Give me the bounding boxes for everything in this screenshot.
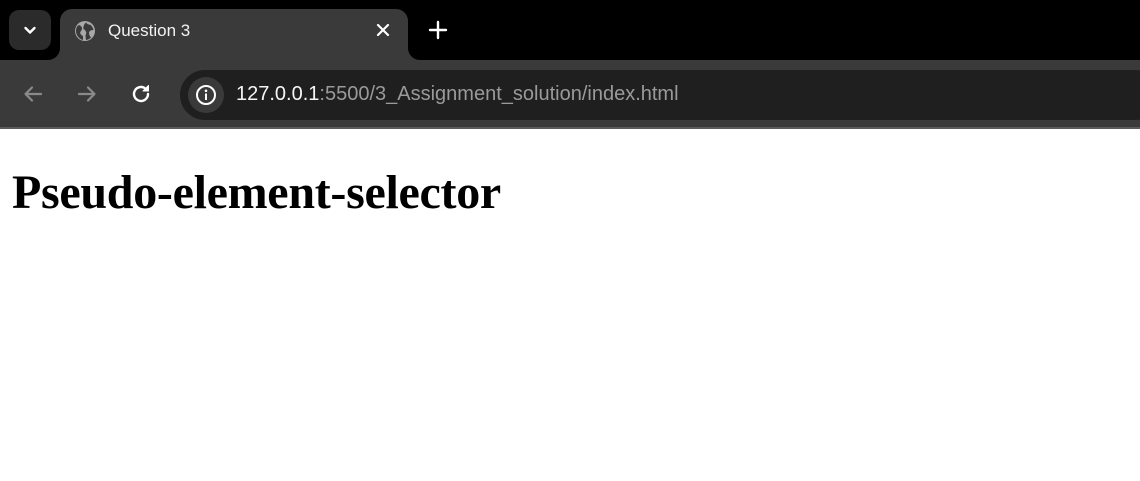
globe-icon <box>74 20 95 41</box>
info-icon <box>195 84 217 106</box>
tab-title: Question 3 <box>108 21 191 40</box>
browser-window: Question 3 127.0.0.1:5500/3_Assignment_s… <box>0 0 1140 481</box>
tab-strip: Question 3 <box>0 0 1140 60</box>
arrow-left-icon <box>22 83 44 105</box>
reload-button[interactable] <box>126 79 156 109</box>
close-icon[interactable] <box>374 21 392 39</box>
arrow-right-icon <box>76 83 98 105</box>
url-text[interactable]: 127.0.0.1:5500/3_Assignment_solution/ind… <box>236 83 679 106</box>
url-path: :5500/3_Assignment_solution/index.html <box>319 83 679 105</box>
browser-toolbar: 127.0.0.1:5500/3_Assignment_solution/ind… <box>0 60 1140 129</box>
site-info-button[interactable] <box>188 77 224 113</box>
url-host: 127.0.0.1 <box>236 83 320 105</box>
chevron-down-icon <box>22 22 38 38</box>
address-bar[interactable]: 127.0.0.1:5500/3_Assignment_solution/ind… <box>180 70 1140 120</box>
tab-search-button[interactable] <box>9 10 51 50</box>
page-content: Pseudo-element-selector <box>0 131 1140 481</box>
active-tab[interactable]: Question 3 <box>60 9 408 60</box>
forward-button[interactable] <box>72 79 102 109</box>
page-heading: Pseudo-element-selector <box>12 166 501 219</box>
back-button[interactable] <box>18 79 48 109</box>
plus-icon <box>428 20 448 40</box>
new-tab-button[interactable] <box>424 16 452 44</box>
reload-icon <box>129 82 153 106</box>
